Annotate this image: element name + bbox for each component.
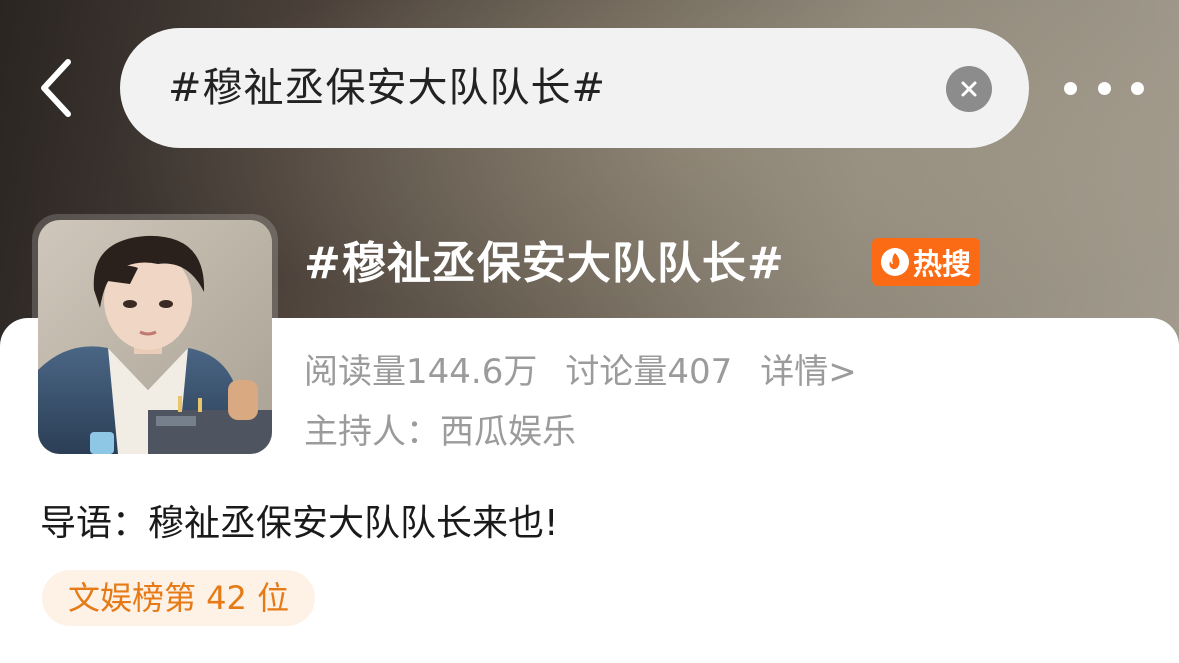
chevron-left-icon [41,59,71,117]
hot-badge-label: 热搜 [912,247,971,281]
read-label: 阅读量 [304,352,406,392]
topic-host: 主持人：西瓜娱乐 [304,408,576,456]
detail-link[interactable]: 详情> [760,352,857,392]
host-name[interactable]: 西瓜娱乐 [440,412,576,452]
lead-text: 穆祉丞保安大队队长来也! [148,503,559,544]
discuss-count: 407 [667,352,733,392]
topic-avatar-frame[interactable] [32,214,278,460]
search-bar[interactable]: #穆祉丞保安大队队长# [120,28,1029,148]
back-button[interactable] [28,54,84,122]
close-icon [961,81,977,97]
fire-icon [880,248,909,276]
read-count: 144.6万 [406,352,538,392]
hot-search-badge[interactable]: 热搜 [872,238,980,286]
rank-chip[interactable]: 文娱榜第 42 位 [42,570,316,626]
clear-search-button[interactable] [946,66,992,112]
discuss-label: 讨论量 [565,352,668,392]
topic-lead: 导语：穆祉丞保安大队队长来也! [40,498,558,550]
lead-label: 导语： [40,503,149,544]
search-input[interactable]: #穆祉丞保安大队队长# [168,28,606,148]
topic-stats: 阅读量144.6万 讨论量407 详情> [304,348,857,396]
topic-title: #穆祉丞保安大队队长# [304,238,785,289]
host-label: 主持人： [304,412,440,452]
more-dots-icon [1064,81,1077,95]
more-options-button[interactable] [1064,68,1144,108]
topic-avatar [38,220,272,454]
